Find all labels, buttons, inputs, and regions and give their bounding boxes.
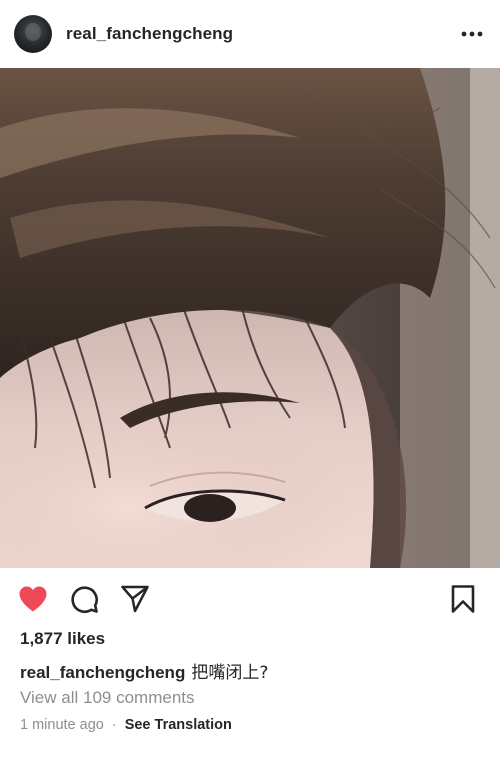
view-comments-link[interactable]: View all 109 comments [20,688,195,708]
caption-username[interactable]: real_fanchengcheng [20,663,185,682]
more-options-button[interactable] [458,20,486,48]
post-meta: 1 minute ago · See Translation [20,717,232,733]
post-caption: real_fanchengcheng 把嘴闭上? [20,658,268,683]
instagram-post: real_fanchengcheng 1,877 likes real_fanc… [0,0,500,760]
post-photo[interactable] [0,68,500,568]
like-button[interactable] [16,582,50,616]
share-button[interactable] [118,582,152,616]
comment-bubble-icon [71,586,98,613]
post-header: real_fanchengcheng [0,0,500,68]
heart-filled-icon [19,586,47,612]
bookmark-icon [451,585,475,613]
profile-avatar[interactable] [14,15,52,53]
caption-text: 把嘴闭上? [191,663,269,683]
post-timestamp: 1 minute ago [20,717,104,733]
post-username[interactable]: real_fanchengcheng [66,24,233,44]
see-translation-link[interactable]: See Translation [125,717,232,733]
paper-plane-icon [121,585,149,613]
meta-separator: · [111,717,117,733]
selfie-photo [0,68,500,568]
save-button[interactable] [446,582,480,616]
comment-button[interactable] [67,582,101,616]
more-horizontal-icon [461,31,483,37]
likes-count[interactable]: 1,877 likes [20,629,105,649]
post-action-bar [0,578,500,620]
